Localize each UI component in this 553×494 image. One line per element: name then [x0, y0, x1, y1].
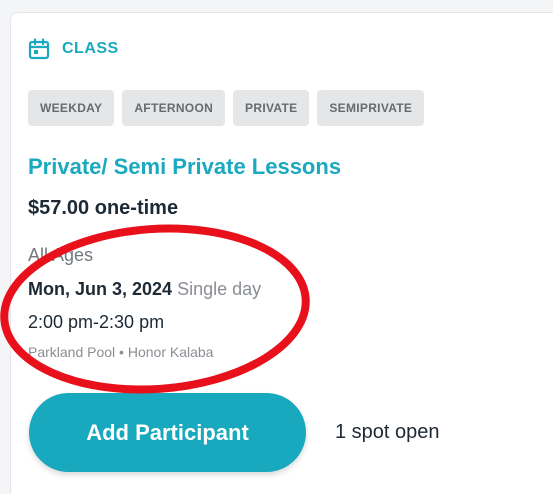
listing-title-link[interactable]: Private/ Semi Private Lessons — [28, 154, 341, 180]
tag-weekday: WEEKDAY — [28, 90, 115, 126]
add-participant-button[interactable]: Add Participant — [29, 393, 306, 472]
page: CLASS WEEKDAY AFTERNOON PRIVATE SEMIPRIV… — [0, 0, 553, 494]
calendar-icon — [28, 38, 50, 60]
tag-private: PRIVATE — [233, 90, 310, 126]
session-frequency: Single day — [177, 279, 262, 299]
tag-semiprivate: SEMIPRIVATE — [317, 90, 425, 126]
age-range: All Ages — [28, 245, 94, 265]
session-time: 2:00 pm-2:30 pm — [28, 312, 165, 332]
spots-open: 1 spot open — [335, 421, 440, 443]
listing-type-label: CLASS — [62, 40, 119, 57]
session-date: Mon, Jun 3, 2024 — [28, 279, 173, 299]
date-row: Mon, Jun 3, 2024 Single day — [28, 279, 261, 300]
tag-list: WEEKDAY AFTERNOON PRIVATE SEMIPRIVATE — [28, 90, 425, 126]
tag-afternoon: AFTERNOON — [122, 90, 226, 126]
listing-type: CLASS — [28, 38, 119, 60]
listing-price: $57.00 one-time — [28, 197, 179, 219]
session-location: Parkland Pool • Honor Kalaba — [28, 344, 214, 360]
